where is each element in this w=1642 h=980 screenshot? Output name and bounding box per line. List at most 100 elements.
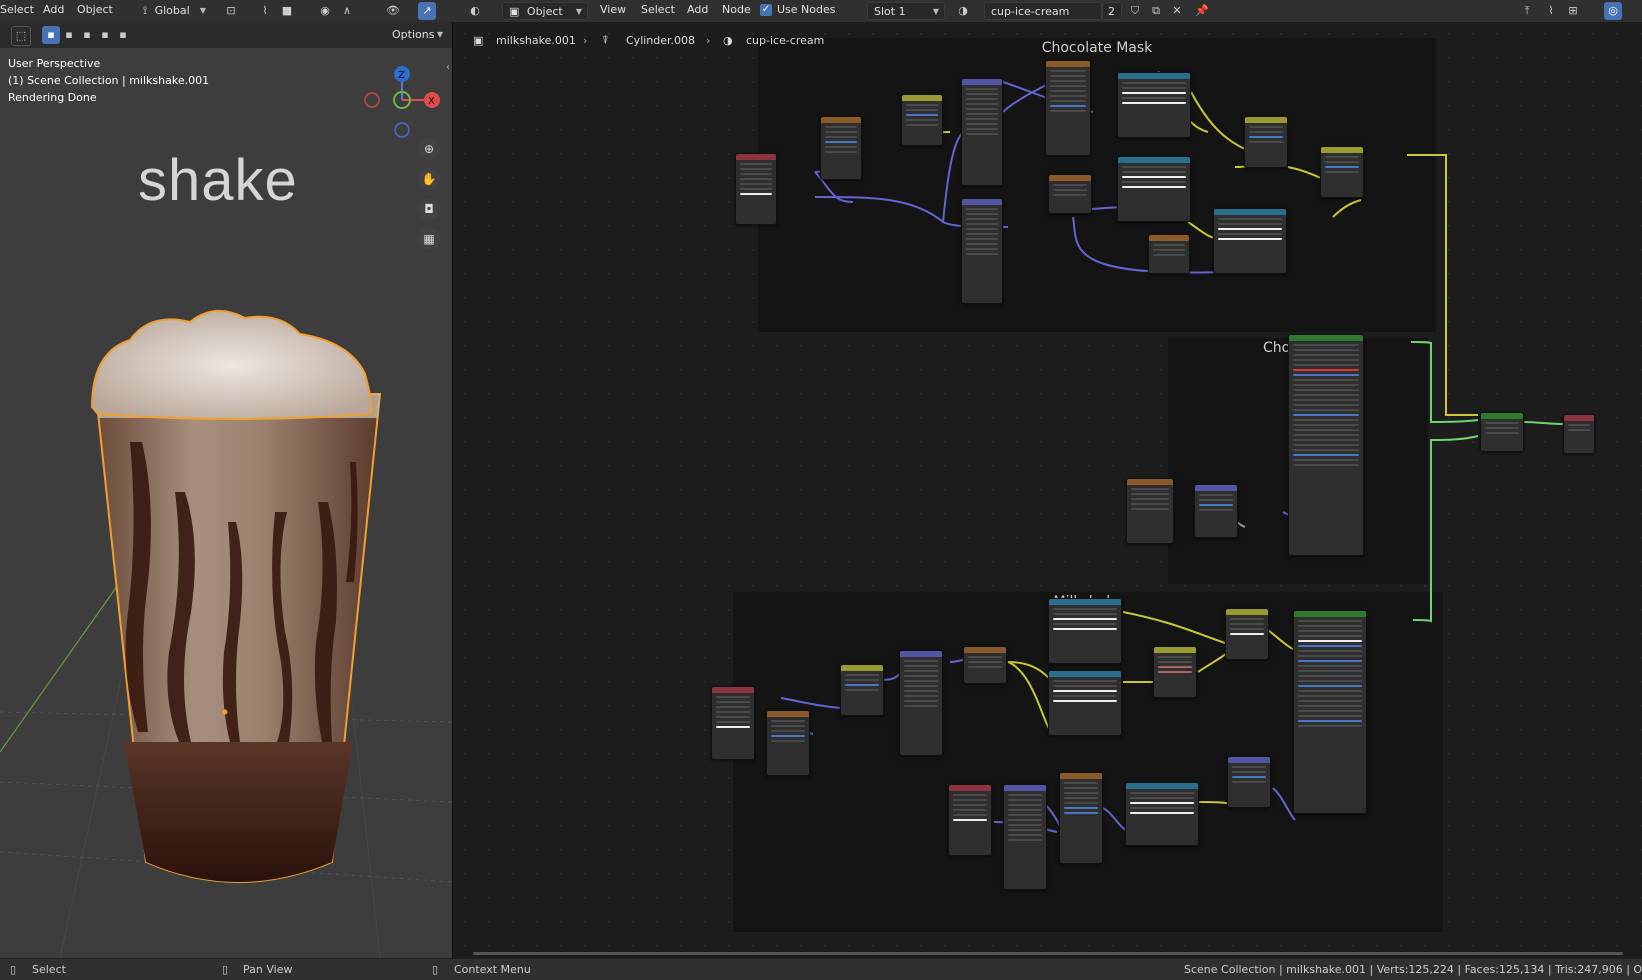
snap-grid-icon[interactable]: ⊞ bbox=[1564, 2, 1582, 20]
visibility-icon[interactable]: 👁 bbox=[384, 2, 402, 20]
node-menu-select[interactable]: Select bbox=[641, 3, 675, 16]
unlink-material-close-icon[interactable]: ✕ bbox=[1168, 2, 1186, 20]
snap-target-icon[interactable]: ■ bbox=[278, 2, 296, 20]
whipped-cream bbox=[90, 310, 373, 420]
node-menu-add[interactable]: Add bbox=[687, 3, 708, 16]
node-color-ramp[interactable] bbox=[1117, 156, 1191, 222]
overlays-icon[interactable]: ◎ bbox=[1604, 2, 1622, 20]
cup-bottom-chocolate bbox=[124, 742, 353, 882]
node-material-output[interactable] bbox=[1563, 414, 1595, 454]
select-mode-intersect-icon[interactable]: ▪ bbox=[114, 26, 132, 44]
material-name-value: cup-ice-cream bbox=[991, 5, 1070, 18]
node-menu-node[interactable]: Node bbox=[722, 3, 751, 16]
slot-dropdown[interactable]: Slot 1 ▼ bbox=[867, 2, 945, 20]
node-musgrave-texture[interactable] bbox=[1126, 478, 1174, 544]
node-gradient-texture[interactable] bbox=[1148, 234, 1190, 274]
perspective-grid-icon[interactable]: ▦ bbox=[418, 228, 440, 250]
node-wave-texture[interactable] bbox=[1045, 60, 1091, 156]
camera-icon[interactable]: ◘ bbox=[418, 198, 440, 220]
use-nodes-checkbox[interactable]: ✓ bbox=[760, 4, 772, 16]
breadcrumb-material[interactable]: cup-ice-cream bbox=[746, 34, 824, 47]
node-gradient-texture[interactable] bbox=[1048, 174, 1092, 214]
breadcrumb-separator-icon: › bbox=[706, 34, 711, 47]
node-color-ramp[interactable] bbox=[1048, 598, 1122, 664]
gizmo-toggle-icon[interactable]: ↗ bbox=[418, 2, 436, 20]
material-users-count[interactable]: 2 bbox=[1102, 2, 1122, 20]
select-mode-new-icon[interactable]: ▪ bbox=[42, 26, 60, 44]
material-browse-icon[interactable]: ◑ bbox=[954, 2, 972, 20]
node-bump[interactable] bbox=[1227, 756, 1271, 808]
breadcrumb-object[interactable]: milkshake.001 bbox=[496, 34, 576, 47]
mouse-left-icon: ▯ bbox=[10, 963, 17, 976]
node-color-ramp[interactable] bbox=[1048, 670, 1122, 736]
editor-type-icon[interactable]: ◐ bbox=[466, 2, 484, 20]
node-noise-texture[interactable] bbox=[766, 710, 810, 776]
gizmo-neg-x-axis bbox=[364, 92, 380, 108]
snap-node-icon[interactable]: ⌇ bbox=[1542, 2, 1560, 20]
node-mix[interactable] bbox=[840, 664, 884, 716]
chevron-down-icon: ▼ bbox=[932, 7, 939, 16]
node-editor-scrollbar[interactable] bbox=[473, 952, 1623, 955]
breadcrumb: ▣ milkshake.001 › ⍒ Cylinder.008 › ◑ cup… bbox=[453, 33, 853, 51]
node-color-ramp[interactable] bbox=[1213, 208, 1287, 274]
node-texture-coordinate[interactable] bbox=[948, 784, 992, 856]
proportional-edit-icon[interactable]: ◉ bbox=[316, 2, 334, 20]
select-mode-invert-icon[interactable]: ▪ bbox=[96, 26, 114, 44]
node-menu-view[interactable]: View bbox=[600, 3, 626, 16]
node-mapping[interactable] bbox=[1003, 784, 1047, 890]
select-mode-extend-icon[interactable]: ▪ bbox=[60, 26, 78, 44]
node-mix[interactable] bbox=[1225, 608, 1269, 660]
select-mode-subtract-icon[interactable]: ▪ bbox=[78, 26, 96, 44]
node-texture-coordinate[interactable] bbox=[711, 686, 755, 760]
node-color-ramp[interactable] bbox=[1117, 72, 1191, 138]
pin-icon[interactable]: 📌 bbox=[1193, 2, 1211, 20]
zoom-icon[interactable]: ⊕ bbox=[418, 138, 440, 160]
node-gradient-texture[interactable] bbox=[963, 646, 1007, 684]
node-mix[interactable] bbox=[901, 94, 943, 146]
options-dropdown[interactable]: Options ▼ bbox=[386, 26, 448, 44]
viewport-tool-header: ⬚ ▪ ▪ ▪ ▪ ▪ Options ▼ bbox=[0, 22, 453, 48]
node-mapping[interactable] bbox=[961, 78, 1003, 186]
fake-user-shield-icon[interactable]: ⛉ bbox=[1126, 2, 1144, 20]
falloff-icon[interactable]: ∧ bbox=[338, 2, 356, 20]
node-bump[interactable] bbox=[1194, 484, 1238, 538]
node-texture-coordinate[interactable] bbox=[735, 153, 777, 225]
node-voronoi-texture[interactable] bbox=[1059, 772, 1103, 864]
node-noise-texture[interactable] bbox=[820, 116, 862, 180]
node-principled-bsdf-milkshake[interactable] bbox=[1293, 610, 1367, 814]
node-color-ramp[interactable] bbox=[1125, 782, 1199, 846]
duplicate-material-icon[interactable]: ⧉ bbox=[1147, 2, 1165, 20]
navigation-gizmo[interactable]: Z X bbox=[360, 60, 440, 140]
snap-icon[interactable]: ⌇ bbox=[256, 2, 274, 20]
material-name-field[interactable]: cup-ice-cream bbox=[984, 2, 1102, 20]
node-mix-shader[interactable] bbox=[1480, 412, 1524, 452]
parent-node-tree-icon[interactable]: ⤒ bbox=[1518, 2, 1536, 20]
menu-select[interactable]: Select bbox=[0, 3, 34, 16]
node-mix-color[interactable] bbox=[1153, 646, 1197, 698]
transform-orientation-dropdown[interactable]: ⟟ Global ▼ bbox=[137, 2, 211, 20]
node-mapping[interactable] bbox=[899, 650, 943, 756]
select-tool-icon[interactable]: ⬚ bbox=[11, 26, 31, 46]
node-principled-bsdf-chocolate[interactable] bbox=[1288, 334, 1364, 556]
object-icon: ▣ bbox=[473, 34, 484, 47]
object-origin-dot bbox=[222, 709, 228, 715]
3d-viewport[interactable]: shake User Perspective (1) Scene Collect… bbox=[0, 22, 453, 958]
status-select: Select bbox=[32, 963, 66, 976]
pivot-point-icon[interactable]: ⊡ bbox=[222, 2, 240, 20]
pan-hand-icon[interactable]: ✋ bbox=[418, 168, 440, 190]
render-status-label: Rendering Done bbox=[8, 91, 97, 104]
sidebar-toggle-chevron-icon[interactable]: ‹ bbox=[446, 62, 450, 73]
object-mode-dropdown[interactable]: ▣ Object ▼ bbox=[502, 2, 588, 20]
gizmo-neg-z-axis bbox=[394, 122, 410, 138]
scene-statistics: Scene Collection | milkshake.001 | Verts… bbox=[1184, 963, 1642, 976]
node-mix-final[interactable] bbox=[1320, 146, 1364, 198]
node-mapping[interactable] bbox=[961, 198, 1003, 304]
menu-object[interactable]: Object bbox=[77, 3, 113, 16]
shader-node-editor[interactable]: Chocolate Mask Chocolate Milkshake bbox=[453, 22, 1642, 958]
node-math[interactable] bbox=[1244, 116, 1288, 168]
node-links bbox=[780, 71, 1564, 833]
view-name-label: User Perspective bbox=[8, 57, 101, 70]
mesh-icon: ⍒ bbox=[602, 34, 609, 47]
breadcrumb-mesh[interactable]: Cylinder.008 bbox=[626, 34, 695, 47]
menu-add[interactable]: Add bbox=[43, 3, 64, 16]
